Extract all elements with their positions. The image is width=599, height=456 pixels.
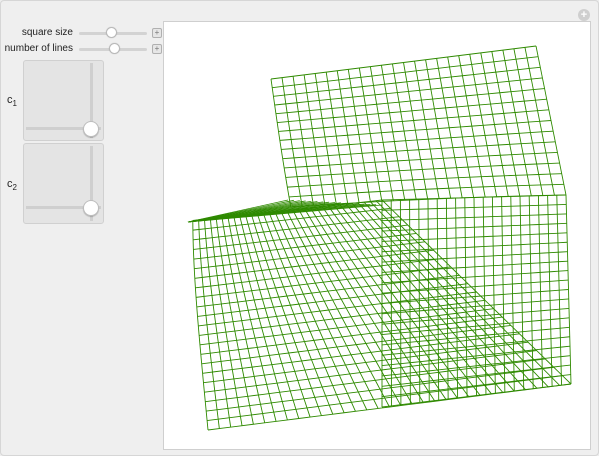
square-size-expand-button[interactable]: +	[152, 28, 162, 38]
c2-pad-thumb[interactable]	[83, 200, 99, 216]
lower-grid-mesh-hline	[198, 291, 477, 327]
lower-grid-mesh-hline	[207, 375, 563, 421]
upper-grid-mesh	[270, 45, 567, 208]
upper-grid-mesh-hline	[277, 98, 547, 123]
plot-panel	[163, 21, 591, 450]
upper-grid-mesh-vline	[270, 78, 292, 208]
upper-grid-mesh-hline	[279, 120, 552, 141]
c1-pad-thumb[interactable]	[83, 121, 99, 137]
lower-grid-mesh-hline	[201, 325, 511, 365]
lower-grid-mesh-hline	[202, 333, 520, 374]
square-size-slider-thumb[interactable]	[106, 27, 117, 38]
app-frame: + square size + number of lines + c1 c2	[0, 0, 599, 456]
square-size-label: square size	[21, 27, 73, 38]
c2-label-sub: 2	[12, 183, 17, 193]
lower-grid-mesh-hline	[199, 308, 494, 346]
upper-grid-mesh-hline	[281, 130, 554, 150]
number-of-lines-slider-thumb[interactable]	[109, 43, 120, 54]
upper-grid-mesh-hline	[278, 109, 549, 132]
c2-label: c2	[7, 178, 17, 192]
c1-pad[interactable]	[23, 60, 104, 141]
grid-plot	[187, 45, 572, 431]
lower-grid-mesh-hline	[199, 299, 486, 336]
c2-pad[interactable]	[23, 143, 104, 224]
lower-grid-mesh-hline	[204, 350, 537, 393]
number-of-lines-label: number of lines	[4, 43, 73, 54]
corner-plus-icon[interactable]: +	[578, 9, 590, 21]
lower-grid-mesh-hline	[206, 366, 554, 412]
lower-grid-mesh-hline	[205, 358, 546, 403]
number-of-lines-expand-button[interactable]: +	[152, 44, 162, 54]
lower-grid-mesh-hline	[196, 266, 451, 298]
c1-label-sub: 1	[12, 99, 17, 109]
lower-grid-mesh-hline	[195, 258, 443, 289]
c1-label: c1	[7, 94, 17, 108]
